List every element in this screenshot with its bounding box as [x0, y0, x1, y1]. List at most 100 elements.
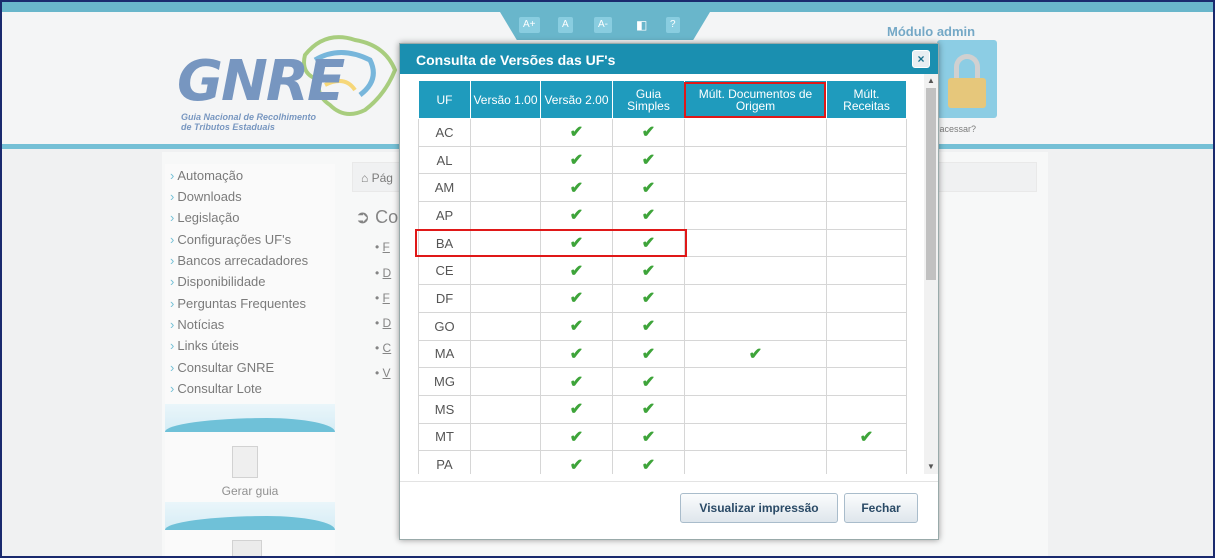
header-mult-receitas: Múlt. Receitas	[826, 80, 907, 119]
check-cell: ✔	[612, 311, 685, 341]
uf-cell: PA	[418, 450, 471, 474]
check-cell: ✔	[540, 311, 613, 341]
header-versao-2: Versão 2.00	[540, 80, 613, 119]
table-row: MG ✔ ✔	[418, 367, 907, 396]
table-row: MS ✔ ✔	[418, 394, 907, 424]
header-versao-1: Versão 1.00	[470, 80, 541, 119]
uf-cell: DF	[418, 284, 471, 313]
check-cell	[470, 422, 541, 452]
highlight-mult-documentos	[684, 82, 826, 118]
check-cell	[470, 450, 541, 474]
check-cell	[826, 173, 907, 203]
close-icon[interactable]: ×	[912, 50, 930, 68]
check-cell	[684, 311, 827, 341]
check-cell	[684, 256, 827, 286]
check-cell	[470, 284, 541, 313]
table-row: GO ✔ ✔	[418, 311, 907, 341]
check-cell	[826, 256, 907, 286]
uf-cell: AP	[418, 201, 471, 230]
close-button[interactable]: Fechar	[844, 493, 918, 523]
check-cell: ✔	[612, 201, 685, 230]
check-cell	[470, 339, 541, 369]
check-cell	[470, 311, 541, 341]
print-preview-button[interactable]: Visualizar impressão	[680, 493, 838, 523]
check-cell: ✔	[612, 118, 685, 147]
check-cell: ✔	[540, 339, 613, 369]
check-cell	[470, 367, 541, 396]
check-cell: ✔	[540, 422, 613, 452]
uf-cell: MG	[418, 367, 471, 396]
check-cell	[826, 228, 907, 258]
check-cell	[684, 145, 827, 175]
check-cell: ✔	[540, 367, 613, 396]
table-row: DF ✔ ✔	[418, 284, 907, 313]
check-cell	[826, 367, 907, 396]
check-cell: ✔	[612, 284, 685, 313]
check-cell	[684, 422, 827, 452]
uf-cell: AL	[418, 145, 471, 175]
uf-cell: AC	[418, 118, 471, 147]
uf-versions-table: UF Versão 1.00 Versão 2.00 Guia Simples …	[418, 80, 907, 474]
check-cell	[826, 201, 907, 230]
check-cell: ✔	[540, 201, 613, 230]
scroll-thumb[interactable]	[926, 88, 936, 280]
table-row: AC ✔ ✔	[418, 118, 907, 147]
check-cell: ✔	[612, 256, 685, 286]
table-row: AL ✔ ✔	[418, 145, 907, 175]
check-cell	[684, 394, 827, 424]
check-cell	[470, 256, 541, 286]
highlight-row-ba	[415, 229, 687, 257]
uf-cell: GO	[418, 311, 471, 341]
table-scrollbar[interactable]: ▲ ▼	[924, 74, 938, 474]
uf-cell: MS	[418, 394, 471, 424]
check-cell	[470, 118, 541, 147]
check-cell	[826, 118, 907, 147]
check-cell	[684, 118, 827, 147]
check-cell: ✔	[612, 145, 685, 175]
check-cell	[684, 201, 827, 230]
check-cell: ✔	[826, 422, 907, 452]
scroll-up-icon[interactable]: ▲	[927, 76, 935, 85]
check-cell: ✔	[540, 256, 613, 286]
uf-versions-dialog: Consulta de Versões das UF's × UF Versão…	[399, 43, 939, 540]
table-row: CE ✔ ✔	[418, 256, 907, 286]
check-cell	[684, 284, 827, 313]
check-cell: ✔	[612, 394, 685, 424]
check-cell	[684, 450, 827, 474]
uf-cell: MA	[418, 339, 471, 369]
check-cell: ✔	[684, 339, 827, 369]
check-cell: ✔	[540, 145, 613, 175]
check-cell	[826, 339, 907, 369]
check-cell	[470, 201, 541, 230]
table-header-row: UF Versão 1.00 Versão 2.00 Guia Simples …	[418, 80, 907, 119]
check-cell: ✔	[540, 118, 613, 147]
uf-cell: CE	[418, 256, 471, 286]
check-cell	[826, 284, 907, 313]
check-cell	[826, 394, 907, 424]
check-cell	[826, 311, 907, 341]
dialog-title: Consulta de Versões das UF's	[416, 52, 616, 68]
check-cell: ✔	[540, 450, 613, 474]
check-cell: ✔	[612, 450, 685, 474]
check-cell: ✔	[540, 173, 613, 203]
browser-frame: A+ A A- ◧ ? GNRE Guia Nacional de Recolh…	[0, 0, 1215, 558]
table-row: AM ✔ ✔	[418, 173, 907, 203]
check-cell: ✔	[612, 339, 685, 369]
check-cell	[470, 173, 541, 203]
check-cell: ✔	[612, 367, 685, 396]
check-cell: ✔	[540, 394, 613, 424]
check-cell	[684, 367, 827, 396]
check-cell	[470, 394, 541, 424]
header-uf: UF	[418, 80, 471, 119]
header-guia-simples: Guia Simples	[612, 80, 685, 119]
table-row: MA ✔ ✔ ✔	[418, 339, 907, 369]
check-cell	[826, 145, 907, 175]
table-row: PA ✔ ✔	[418, 450, 907, 474]
check-cell	[470, 145, 541, 175]
check-cell: ✔	[540, 284, 613, 313]
check-cell: ✔	[612, 422, 685, 452]
table-scroll-area[interactable]: UF Versão 1.00 Versão 2.00 Guia Simples …	[400, 74, 924, 474]
dialog-footer-divider	[400, 481, 938, 482]
dialog-header: Consulta de Versões das UF's ×	[400, 44, 938, 74]
scroll-down-icon[interactable]: ▼	[927, 462, 935, 471]
